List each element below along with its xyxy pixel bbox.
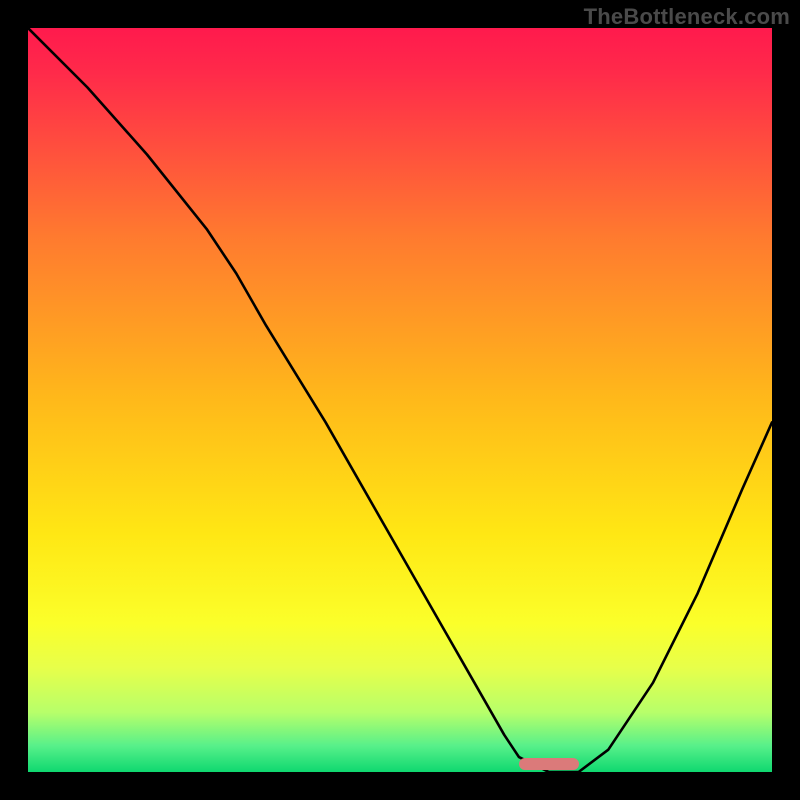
chart-frame: TheBottleneck.com bbox=[0, 0, 800, 800]
gradient-rect bbox=[28, 28, 772, 772]
chart-svg bbox=[28, 28, 772, 772]
plot-area bbox=[28, 28, 772, 772]
optimal-range-marker bbox=[519, 758, 579, 770]
watermark-text: TheBottleneck.com bbox=[584, 4, 790, 30]
